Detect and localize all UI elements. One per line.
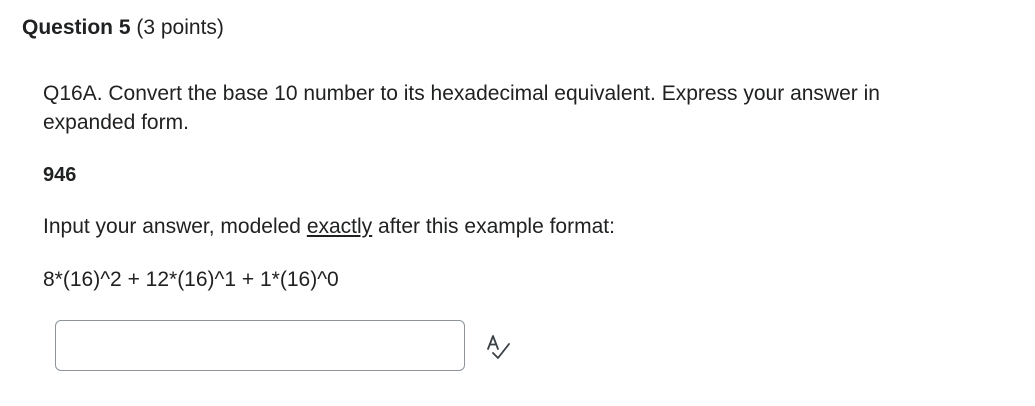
answer-instructions: Input your answer, modeled exactly after… xyxy=(43,213,615,241)
instructions-text-start: Input your answer, modeled xyxy=(43,215,307,238)
question-title: Question 5 xyxy=(22,16,131,39)
spellcheck-icon-graphic xyxy=(487,335,510,359)
question-header: Question 5 (3 points) xyxy=(22,14,224,42)
instructions-emphasis: exactly xyxy=(306,215,373,238)
instructions-text-end: after this example format: xyxy=(372,215,615,238)
spellcheck-icon[interactable] xyxy=(485,333,513,361)
question-number-value: 946 xyxy=(43,164,77,186)
question-prompt: Q16A. Convert the base 10 number to its … xyxy=(43,82,880,134)
answer-input[interactable] xyxy=(55,320,465,371)
question-points: (3 points) xyxy=(136,16,224,39)
question-body: Q16A. Convert the base 10 number to its … xyxy=(43,79,923,137)
example-format: 8*(16)^2 + 12*(16)^1 + 1*(16)^0 xyxy=(43,268,339,291)
